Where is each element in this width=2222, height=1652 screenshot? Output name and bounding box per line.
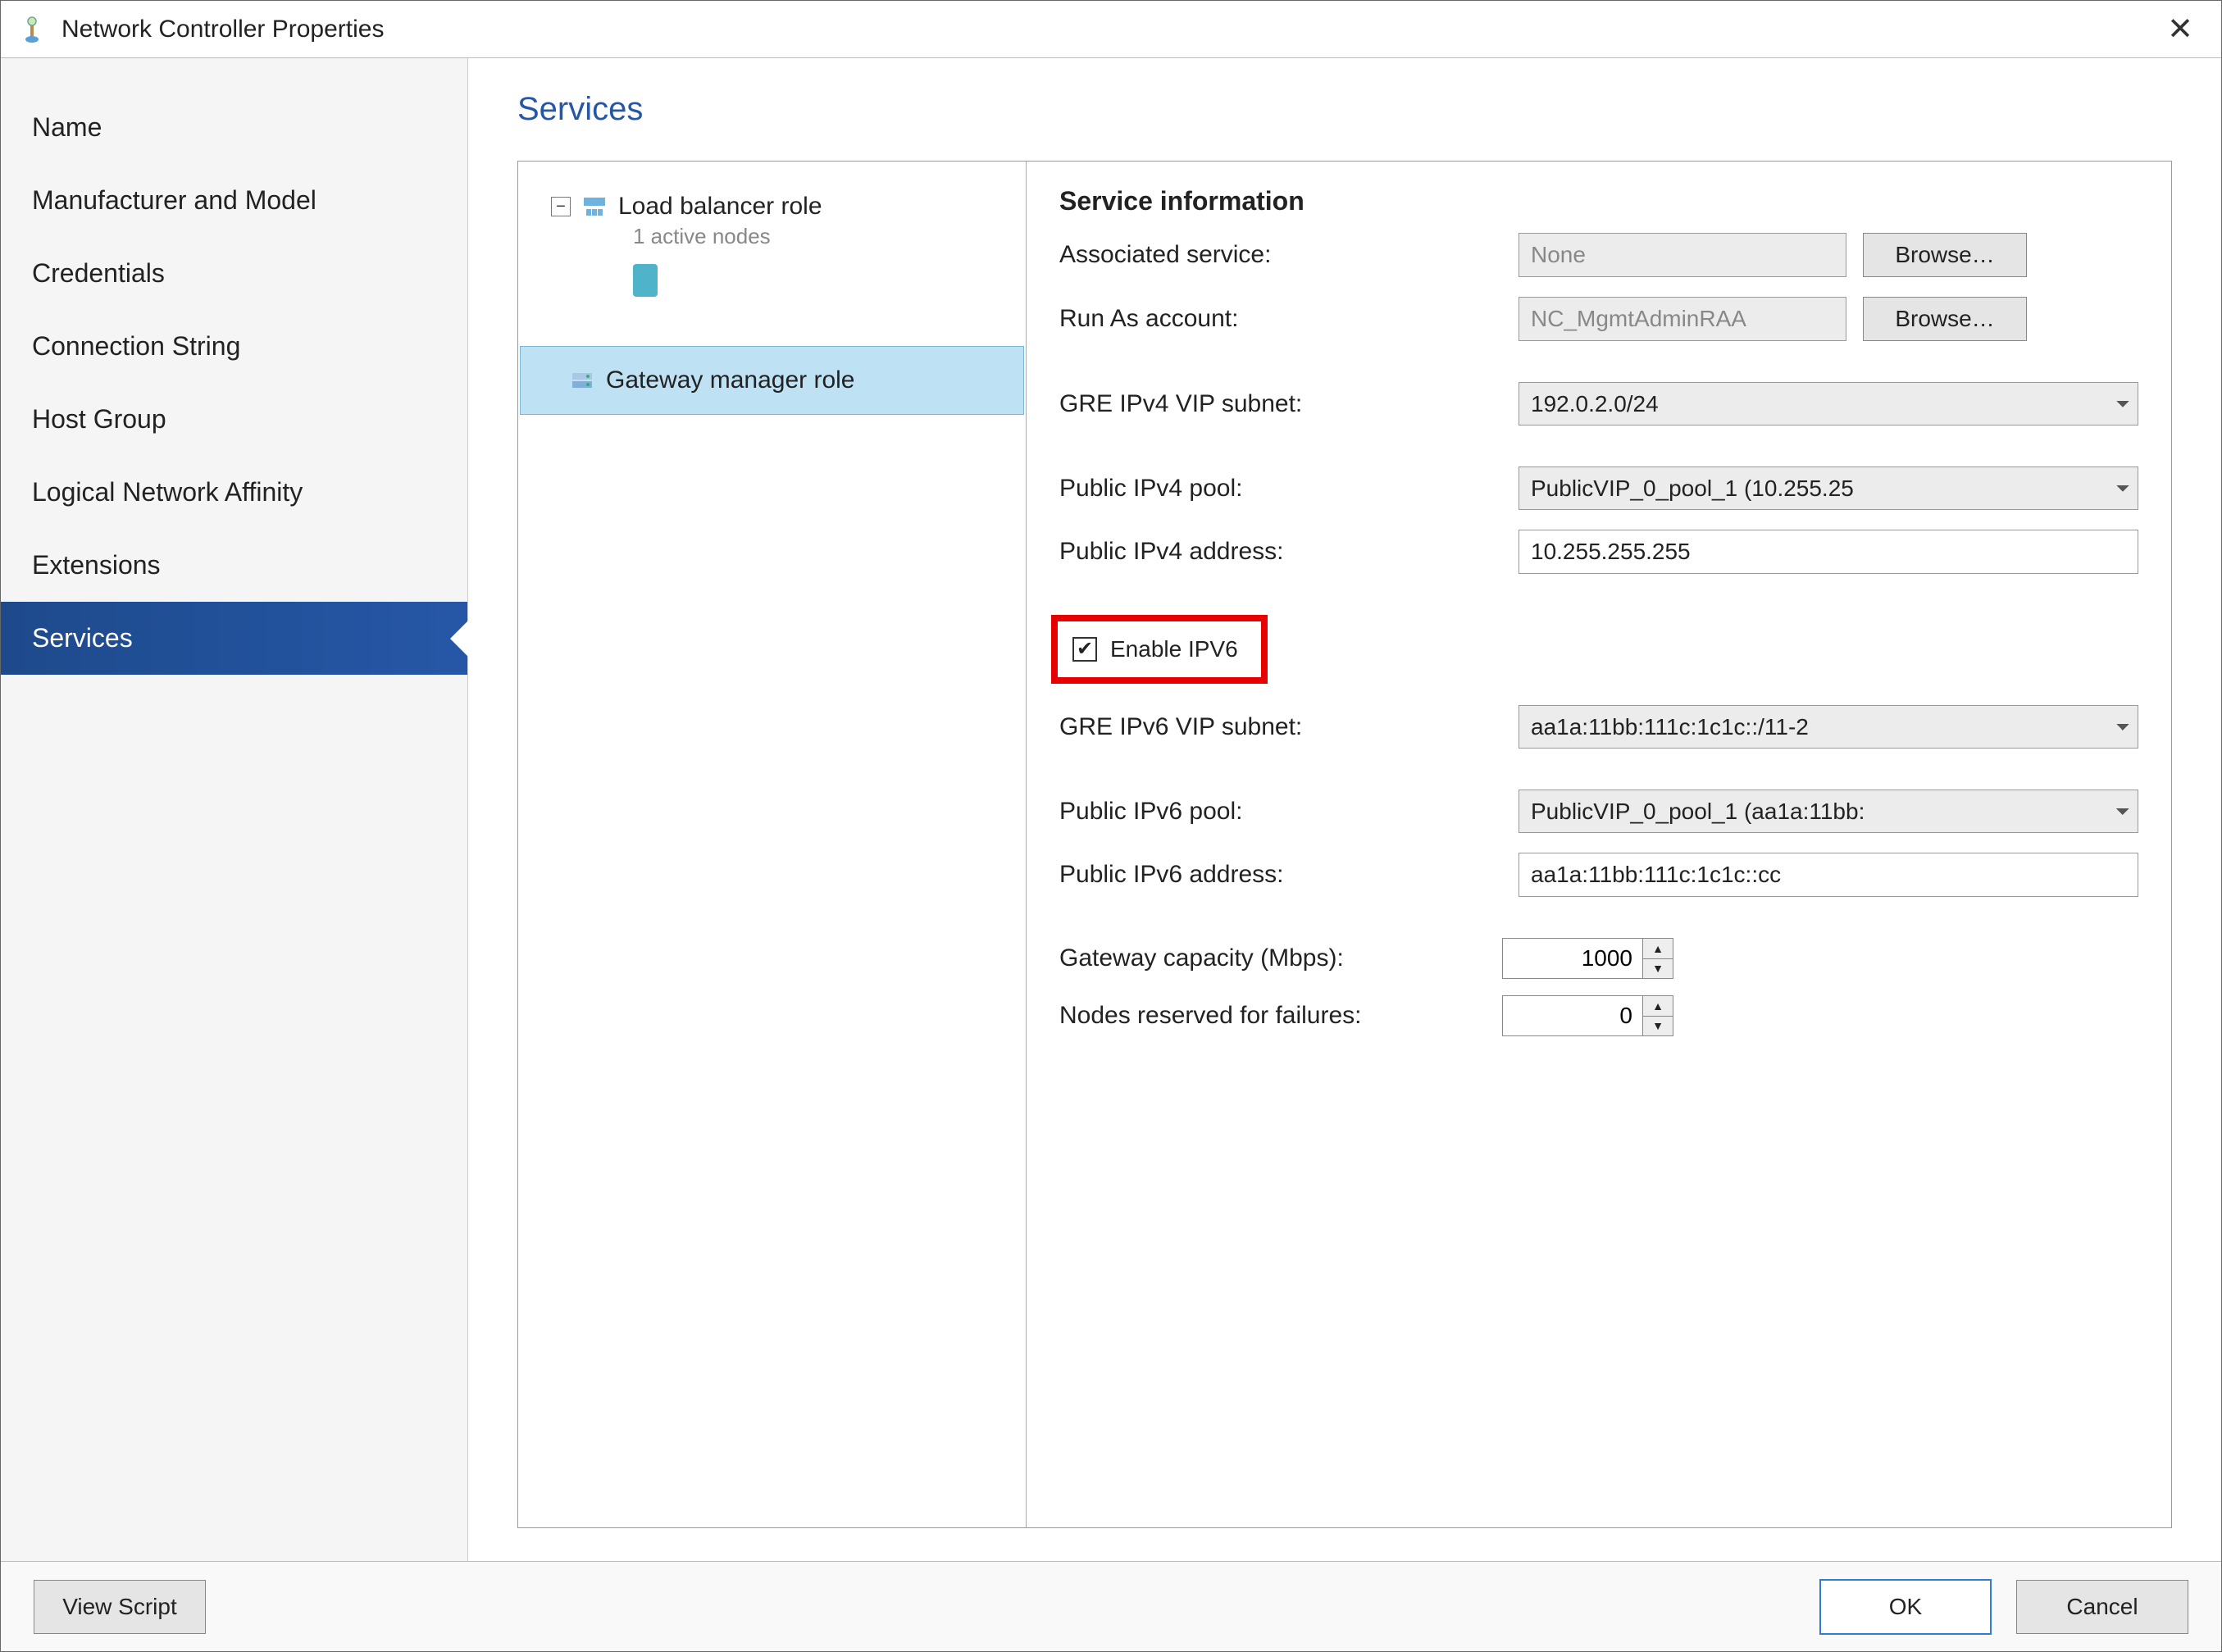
tree-item-gateway-manager[interactable]: Gateway manager role (520, 346, 1024, 415)
public-ipv6-pool-select[interactable]: PublicVIP_0_pool_1 (aa1a:11bb: (1519, 790, 2138, 833)
associated-service-label: Associated service: (1059, 241, 1502, 269)
page-title: Services (517, 91, 2172, 128)
public-ipv4-pool-select[interactable]: PublicVIP_0_pool_1 (10.255.25 (1519, 466, 2138, 510)
sidebar-item-logical-network-affinity[interactable]: Logical Network Affinity (1, 456, 467, 529)
enable-ipv6-checkbox[interactable]: ✔ (1072, 637, 1097, 662)
capacity-down-icon[interactable]: ▼ (1643, 959, 1673, 979)
gre-ipv4-subnet-label: GRE IPv4 VIP subnet: (1059, 390, 1502, 418)
nodes-reserved-spinner[interactable]: ▲ ▼ (1502, 995, 1673, 1036)
properties-window: Network Controller Properties ✕ Name Man… (0, 0, 2222, 1652)
main-pane: Services − Load balancer role 1 active n… (468, 58, 2221, 1561)
load-balancer-icon (582, 194, 607, 219)
gateway-capacity-spinner[interactable]: ▲ ▼ (1502, 938, 1673, 979)
sidebar-item-name[interactable]: Name (1, 91, 467, 164)
dialog-footer: View Script OK Cancel (1, 1561, 2221, 1651)
tree-label-gateway-manager: Gateway manager role (606, 366, 855, 394)
gateway-capacity-label: Gateway capacity (Mbps): (1059, 944, 1502, 972)
view-script-button[interactable]: View Script (34, 1580, 206, 1634)
associated-service-browse-button[interactable]: Browse… (1863, 233, 2027, 277)
gateway-capacity-input[interactable] (1503, 939, 1642, 978)
public-ipv6-pool-label: Public IPv6 pool: (1059, 798, 1502, 826)
associated-service-value (1519, 233, 1846, 277)
reserved-up-icon[interactable]: ▲ (1643, 996, 1673, 1017)
public-ipv4-address-input[interactable] (1519, 530, 2138, 574)
title-bar: Network Controller Properties ✕ (1, 1, 2221, 58)
window-title: Network Controller Properties (61, 16, 2156, 43)
nodes-reserved-label: Nodes reserved for failures: (1059, 1002, 1502, 1030)
public-ipv6-address-label: Public IPv6 address: (1059, 861, 1502, 889)
run-as-account-label: Run As account: (1059, 305, 1502, 333)
gre-ipv6-subnet-label: GRE IPv6 VIP subnet: (1059, 713, 1502, 741)
sidebar-item-services[interactable]: Services (1, 602, 467, 675)
gre-ipv4-subnet-select[interactable]: 192.0.2.0/24 (1519, 382, 2138, 426)
tree-sub-active-nodes: 1 active nodes (633, 224, 1026, 249)
public-ipv6-address-input[interactable] (1519, 853, 2138, 897)
sidebar: Name Manufacturer and Model Credentials … (1, 58, 468, 1561)
sidebar-item-manufacturer[interactable]: Manufacturer and Model (1, 164, 467, 237)
public-ipv4-address-label: Public IPv4 address: (1059, 538, 1502, 566)
body: Name Manufacturer and Model Credentials … (1, 58, 2221, 1561)
services-panel: − Load balancer role 1 active nodes (517, 161, 2172, 1528)
capacity-up-icon[interactable]: ▲ (1643, 939, 1673, 959)
roles-tree: − Load balancer role 1 active nodes (518, 162, 1027, 1527)
tree-label-load-balancer: Load balancer role (618, 193, 822, 221)
service-information: Service information Associated service: … (1027, 162, 2171, 1527)
sidebar-item-extensions[interactable]: Extensions (1, 529, 467, 602)
close-button[interactable]: ✕ (2156, 14, 2205, 45)
service-info-heading: Service information (1059, 186, 2138, 216)
cancel-button[interactable]: Cancel (2016, 1580, 2188, 1634)
gre-ipv6-subnet-select[interactable]: aa1a:11bb:111c:1c1c::/11-2 (1519, 705, 2138, 749)
run-as-account-value (1519, 297, 1846, 341)
ok-button[interactable]: OK (1819, 1579, 1992, 1635)
reserved-down-icon[interactable]: ▼ (1643, 1017, 1673, 1036)
enable-ipv6-label: Enable IPV6 (1110, 636, 1238, 662)
tree-item-load-balancer[interactable]: − Load balancer role 1 active nodes (518, 178, 1026, 297)
app-icon (17, 15, 47, 44)
enable-ipv6-highlight: ✔ Enable IPV6 (1051, 615, 1268, 684)
sidebar-item-connection-string[interactable]: Connection String (1, 310, 467, 383)
gateway-icon (570, 368, 594, 393)
nodes-reserved-input[interactable] (1503, 996, 1642, 1035)
node-icon[interactable] (633, 264, 658, 297)
sidebar-item-credentials[interactable]: Credentials (1, 237, 467, 310)
sidebar-item-host-group[interactable]: Host Group (1, 383, 467, 456)
collapse-icon[interactable]: − (551, 197, 571, 216)
run-as-browse-button[interactable]: Browse… (1863, 297, 2027, 341)
public-ipv4-pool-label: Public IPv4 pool: (1059, 475, 1502, 503)
